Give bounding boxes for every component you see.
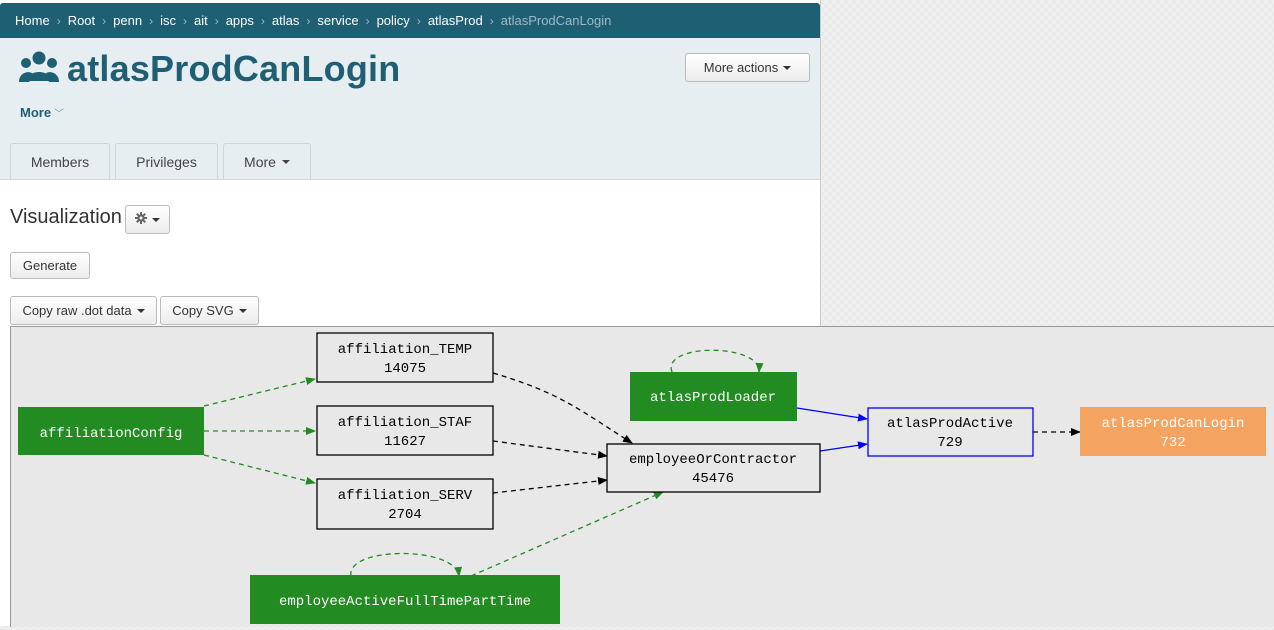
breadcrumb-atlasprod[interactable]: atlasProd xyxy=(428,13,483,28)
node-count: 2704 xyxy=(388,507,422,523)
edge-staf-employee xyxy=(492,440,608,459)
edge-temp-employee xyxy=(492,372,633,444)
copy-dot-button[interactable]: Copy raw .dot data xyxy=(10,296,157,325)
breadcrumb-apps[interactable]: apps xyxy=(226,13,254,28)
more-actions-button[interactable]: More actions xyxy=(685,53,810,82)
tab-more[interactable]: More xyxy=(223,143,311,179)
node-label: affiliationConfig xyxy=(40,426,183,442)
group-header: atlasProdCanLogin More ﹀ More actions Mem… xyxy=(0,38,820,180)
more-label: More xyxy=(20,105,52,120)
node-count: 11627 xyxy=(384,434,426,450)
edge-serv-employee xyxy=(492,477,608,494)
node-label: atlasProdCanLogin xyxy=(1102,416,1245,432)
breadcrumb-atlas[interactable]: atlas xyxy=(272,13,299,28)
breadcrumb-penn[interactable]: penn xyxy=(113,13,142,28)
node-label: employeeActiveFullTimePartTime xyxy=(279,594,531,610)
edge-fulltime-employee xyxy=(470,491,664,577)
generate-button[interactable]: Generate xyxy=(10,252,90,279)
edge-employee-active xyxy=(819,441,868,452)
tab-privileges[interactable]: Privileges xyxy=(115,143,218,179)
caret-down-icon xyxy=(152,217,160,222)
breadcrumb-policy[interactable]: policy xyxy=(377,13,410,28)
edge-config-temp xyxy=(203,377,316,407)
more-dropdown-link[interactable]: More ﹀ xyxy=(20,105,64,120)
copy-svg-label: Copy SVG xyxy=(172,303,234,318)
chevron-down-icon: ﹀ xyxy=(54,109,65,120)
caret-down-icon xyxy=(783,65,792,70)
node-employee-or-contractor[interactable]: employeeOrContractor 45476 xyxy=(606,443,821,493)
caret-down-icon xyxy=(281,159,290,164)
node-atlas-prod-active[interactable]: atlasProdActive 729 xyxy=(867,407,1034,457)
node-atlas-prod-can-login[interactable]: atlasProdCanLogin 732 xyxy=(1080,407,1266,456)
breadcrumb-isc[interactable]: isc xyxy=(160,13,176,28)
tab-privileges-label: Privileges xyxy=(136,153,197,170)
tab-more-label: More xyxy=(244,153,276,170)
breadcrumb-home[interactable]: Home xyxy=(15,13,50,28)
node-affiliation-serv[interactable]: affiliation_SERV 2704 xyxy=(316,478,494,530)
tab-members-label: Members xyxy=(30,153,90,170)
edge-loader-self xyxy=(670,349,764,373)
generate-label: Generate xyxy=(22,258,78,273)
copy-dot-label: Copy raw .dot data xyxy=(22,303,132,318)
node-count: 732 xyxy=(1160,435,1185,451)
node-count: 45476 xyxy=(692,471,734,487)
breadcrumb-root[interactable]: Root xyxy=(68,13,95,28)
node-count: 729 xyxy=(937,435,962,451)
breadcrumb-service[interactable]: service xyxy=(317,13,358,28)
group-graph: affiliationConfig affiliation_TEMP 14075… xyxy=(10,326,1274,627)
node-affiliation-staf[interactable]: affiliation_STAF 11627 xyxy=(316,405,494,456)
title-row: atlasProdCanLogin xyxy=(19,48,400,90)
node-atlas-prod-loader[interactable]: atlasProdLoader xyxy=(630,372,797,421)
visualization-settings-button[interactable] xyxy=(125,205,170,234)
page-title: atlasProdCanLogin xyxy=(67,48,401,89)
edge-fulltime-self xyxy=(350,552,463,577)
node-affiliation-config[interactable]: affiliationConfig xyxy=(18,407,204,455)
node-employee-active-fulltime-parttime[interactable]: employeeActiveFullTimePartTime xyxy=(250,575,560,624)
node-label: affiliation_STAF xyxy=(338,415,472,431)
node-count: 14075 xyxy=(384,361,426,377)
breadcrumb-ait[interactable]: ait xyxy=(194,13,208,28)
more-actions-label: More actions xyxy=(703,60,779,75)
edge-config-serv xyxy=(203,454,316,485)
node-affiliation-temp[interactable]: affiliation_TEMP 14075 xyxy=(316,332,494,383)
node-label: affiliation_SERV xyxy=(338,488,473,504)
breadcrumb-current: atlasProdCanLogin xyxy=(500,13,612,28)
node-label: atlasProdActive xyxy=(887,416,1013,432)
visualization-heading: Visualization xyxy=(10,206,122,228)
graph-svg: affiliationConfig affiliation_TEMP 14075… xyxy=(18,332,1266,624)
group-icon xyxy=(19,51,59,87)
node-label: atlasProdLoader xyxy=(650,390,776,406)
gear-icon xyxy=(135,212,147,227)
caret-down-icon xyxy=(136,308,145,313)
breadcrumb: Home › Root › penn › isc › ait › apps › atlas ›… xyxy=(0,3,820,38)
node-label: affiliation_TEMP xyxy=(338,342,472,358)
tab-members[interactable]: Members xyxy=(10,143,110,179)
copy-svg-button[interactable]: Copy SVG xyxy=(160,296,259,325)
caret-down-icon xyxy=(238,308,247,313)
node-label: employeeOrContractor xyxy=(629,452,797,468)
edge-loader-active xyxy=(796,407,868,422)
